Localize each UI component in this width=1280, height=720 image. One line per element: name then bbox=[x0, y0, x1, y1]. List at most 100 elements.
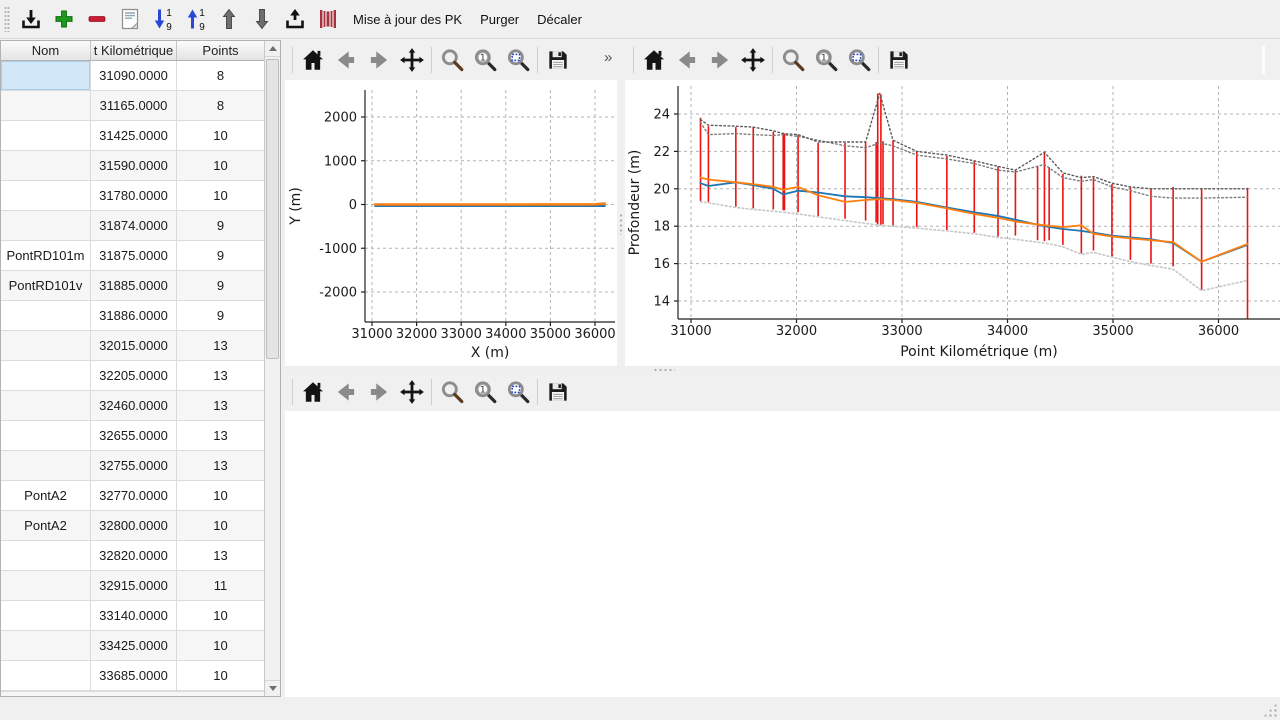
add-section-button[interactable] bbox=[49, 4, 79, 34]
cell-nom[interactable] bbox=[1, 631, 91, 661]
cell-nom[interactable] bbox=[1, 301, 91, 331]
scrollbar-up-button[interactable] bbox=[265, 41, 280, 57]
table-row[interactable]: 32015.000013 bbox=[1, 331, 280, 361]
cell-pk[interactable]: 31780.0000 bbox=[91, 181, 177, 211]
home-button[interactable] bbox=[298, 377, 328, 407]
cell-nom[interactable]: PontRD101v bbox=[1, 271, 91, 301]
table-row[interactable]: 32655.000013 bbox=[1, 421, 280, 451]
column-header-point-kilometrique[interactable]: t Kilométrique bbox=[91, 41, 177, 60]
table-row[interactable]: 31780.000010 bbox=[1, 181, 280, 211]
table-row[interactable]: 32755.000013 bbox=[1, 451, 280, 481]
cell-pk[interactable]: 32755.0000 bbox=[91, 451, 177, 481]
back-button[interactable] bbox=[331, 45, 361, 75]
table-row[interactable]: PontA232770.000010 bbox=[1, 481, 280, 511]
cell-pk[interactable]: 31875.0000 bbox=[91, 241, 177, 271]
cell-pk[interactable]: 32460.0000 bbox=[91, 391, 177, 421]
cell-points[interactable]: 13 bbox=[177, 451, 265, 481]
table-row[interactable]: 33685.000010 bbox=[1, 661, 280, 691]
cell-pk[interactable]: 32800.0000 bbox=[91, 511, 177, 541]
cell-points[interactable]: 9 bbox=[177, 241, 265, 271]
cell-nom[interactable] bbox=[1, 121, 91, 151]
cell-nom[interactable]: PontA2 bbox=[1, 481, 91, 511]
cell-nom[interactable] bbox=[1, 91, 91, 121]
cell-nom[interactable] bbox=[1, 571, 91, 601]
sort-descending-button[interactable]: 19 bbox=[148, 4, 178, 34]
table-row[interactable]: 33140.000010 bbox=[1, 601, 280, 631]
cell-nom[interactable] bbox=[1, 661, 91, 691]
shift-button[interactable]: Décaler bbox=[528, 4, 591, 35]
cell-pk[interactable]: 33140.0000 bbox=[91, 601, 177, 631]
table-row[interactable]: PontRD101v31885.00009 bbox=[1, 271, 280, 301]
cell-points[interactable]: 9 bbox=[177, 271, 265, 301]
table-row[interactable]: 32915.000011 bbox=[1, 571, 280, 601]
cell-points[interactable]: 10 bbox=[177, 631, 265, 661]
cell-pk[interactable]: 31886.0000 bbox=[91, 301, 177, 331]
cell-pk[interactable]: 31425.0000 bbox=[91, 121, 177, 151]
cell-nom[interactable] bbox=[1, 181, 91, 211]
cell-points[interactable]: 10 bbox=[177, 661, 265, 691]
cell-pk[interactable]: 32015.0000 bbox=[91, 331, 177, 361]
table-row[interactable]: 32820.000013 bbox=[1, 541, 280, 571]
column-header-points[interactable]: Points bbox=[177, 41, 265, 60]
sections-view-button[interactable] bbox=[313, 4, 343, 34]
update-pk-button[interactable]: Mise à jour des PK bbox=[344, 4, 471, 35]
pan-button[interactable] bbox=[397, 45, 427, 75]
table-row[interactable]: 32460.000013 bbox=[1, 391, 280, 421]
cell-points[interactable]: 10 bbox=[177, 511, 265, 541]
cell-pk[interactable]: 32655.0000 bbox=[91, 421, 177, 451]
cell-nom[interactable] bbox=[1, 541, 91, 571]
edit-notes-button[interactable] bbox=[115, 4, 145, 34]
cell-pk[interactable]: 31590.0000 bbox=[91, 151, 177, 181]
move-up-button[interactable] bbox=[214, 4, 244, 34]
cell-points[interactable]: 10 bbox=[177, 601, 265, 631]
cell-pk[interactable]: 32915.0000 bbox=[91, 571, 177, 601]
cell-pk[interactable]: 31874.0000 bbox=[91, 211, 177, 241]
cell-points[interactable]: 9 bbox=[177, 211, 265, 241]
forward-button[interactable] bbox=[364, 377, 394, 407]
purge-button[interactable]: Purger bbox=[471, 4, 528, 35]
cell-nom[interactable] bbox=[1, 451, 91, 481]
table-row[interactable]: 31090.00008 bbox=[1, 61, 280, 91]
scrollbar-down-button[interactable] bbox=[265, 680, 280, 696]
cell-nom[interactable]: PontA2 bbox=[1, 511, 91, 541]
cell-points[interactable]: 13 bbox=[177, 331, 265, 361]
table-row[interactable]: 32205.000013 bbox=[1, 361, 280, 391]
home-button[interactable] bbox=[639, 45, 669, 75]
save-button[interactable] bbox=[884, 45, 914, 75]
plots-horizontal-splitter[interactable] bbox=[285, 366, 1280, 373]
cell-pk[interactable]: 33685.0000 bbox=[91, 661, 177, 691]
table-row[interactable]: PontA232800.000010 bbox=[1, 511, 280, 541]
zoom-one-button[interactable]: 1 bbox=[470, 377, 500, 407]
profile-plot-canvas[interactable]: 3100032000330003400035000360001416182022… bbox=[625, 80, 1280, 366]
zoom-button[interactable] bbox=[778, 45, 808, 75]
cell-nom[interactable] bbox=[1, 361, 91, 391]
cell-pk[interactable]: 32205.0000 bbox=[91, 361, 177, 391]
window-resize-grip[interactable] bbox=[1263, 703, 1277, 717]
cell-nom[interactable] bbox=[1, 601, 91, 631]
cell-points[interactable]: 11 bbox=[177, 571, 265, 601]
zoom-region-button[interactable] bbox=[503, 377, 533, 407]
plots-vertical-splitter[interactable] bbox=[617, 80, 625, 366]
cell-nom[interactable]: PontRD101m bbox=[1, 241, 91, 271]
cell-nom[interactable] bbox=[1, 331, 91, 361]
cell-points[interactable]: 13 bbox=[177, 391, 265, 421]
zoom-one-button[interactable]: 1 bbox=[470, 45, 500, 75]
home-button[interactable] bbox=[298, 45, 328, 75]
zoom-region-button[interactable] bbox=[503, 45, 533, 75]
zoom-region-button[interactable] bbox=[844, 45, 874, 75]
cell-points[interactable]: 10 bbox=[177, 121, 265, 151]
cell-points[interactable]: 10 bbox=[177, 181, 265, 211]
back-button[interactable] bbox=[672, 45, 702, 75]
zoom-button[interactable] bbox=[437, 45, 467, 75]
cell-pk[interactable]: 31885.0000 bbox=[91, 271, 177, 301]
xy-plot-canvas[interactable]: 310003200033000340003500036000-2000-1000… bbox=[285, 80, 617, 366]
toolbar-drag-handle[interactable] bbox=[4, 6, 10, 32]
cell-pk[interactable]: 31090.0000 bbox=[91, 61, 177, 91]
forward-button[interactable] bbox=[364, 45, 394, 75]
table-row[interactable]: PontRD101m31875.00009 bbox=[1, 241, 280, 271]
move-down-button[interactable] bbox=[247, 4, 277, 34]
save-button[interactable] bbox=[543, 377, 573, 407]
cell-pk[interactable]: 32770.0000 bbox=[91, 481, 177, 511]
zoom-button[interactable] bbox=[437, 377, 467, 407]
sort-ascending-button[interactable]: 19 bbox=[181, 4, 211, 34]
